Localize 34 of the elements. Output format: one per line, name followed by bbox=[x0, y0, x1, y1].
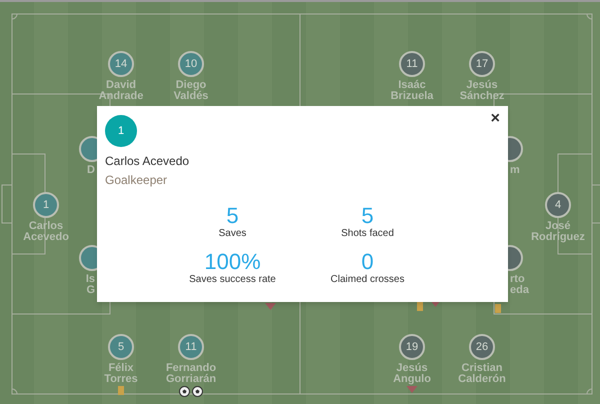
player-marker[interactable]: 26 bbox=[469, 334, 495, 360]
player-marker[interactable]: 17 bbox=[469, 51, 495, 77]
player-position: Goalkeeper bbox=[105, 172, 168, 189]
player-marker[interactable]: 10 bbox=[178, 51, 204, 77]
player-marker[interactable]: 19 bbox=[399, 334, 425, 360]
player-name: m bbox=[510, 165, 520, 176]
stat-value: 5 bbox=[226, 204, 239, 228]
player-name: Carlos Acevedo bbox=[23, 221, 69, 243]
player-name: Isaác Brizuela bbox=[390, 80, 434, 102]
player-marker[interactable]: 11 bbox=[178, 334, 204, 360]
player-name: Fernando Gorriarán bbox=[166, 363, 216, 385]
player-name: Félix Torres bbox=[104, 363, 138, 385]
stat-value: 5 bbox=[361, 204, 374, 228]
close-button[interactable]: × bbox=[490, 111, 500, 127]
player-name: Diego Valdés bbox=[174, 80, 208, 102]
stat-value: 0 bbox=[361, 250, 374, 274]
stat-label: Claimed crosses bbox=[330, 274, 404, 286]
stat-label: Saves bbox=[218, 228, 246, 240]
player-marker[interactable]: 4 bbox=[545, 192, 571, 218]
player-name-heading: Carlos Acevedo bbox=[105, 153, 190, 170]
player-name: D bbox=[87, 165, 95, 176]
player-name: David Andrade bbox=[98, 80, 144, 102]
stat-label: Saves success rate bbox=[189, 274, 276, 286]
stat-label: Shots faced bbox=[341, 228, 394, 240]
stat-value: 100% bbox=[204, 250, 261, 274]
player-name: Jesús Angulo bbox=[393, 363, 431, 385]
player-marker[interactable]: 14 bbox=[108, 51, 134, 77]
player-marker[interactable]: 1 bbox=[33, 192, 59, 218]
player-name: Cristian Calderón bbox=[458, 363, 506, 385]
player-avatar: 1 bbox=[105, 115, 137, 147]
player-marker[interactable]: 5 bbox=[108, 334, 134, 360]
player-marker[interactable]: 11 bbox=[399, 51, 425, 77]
player-name: Is G bbox=[86, 274, 95, 296]
player-name: rto eda bbox=[510, 274, 529, 296]
